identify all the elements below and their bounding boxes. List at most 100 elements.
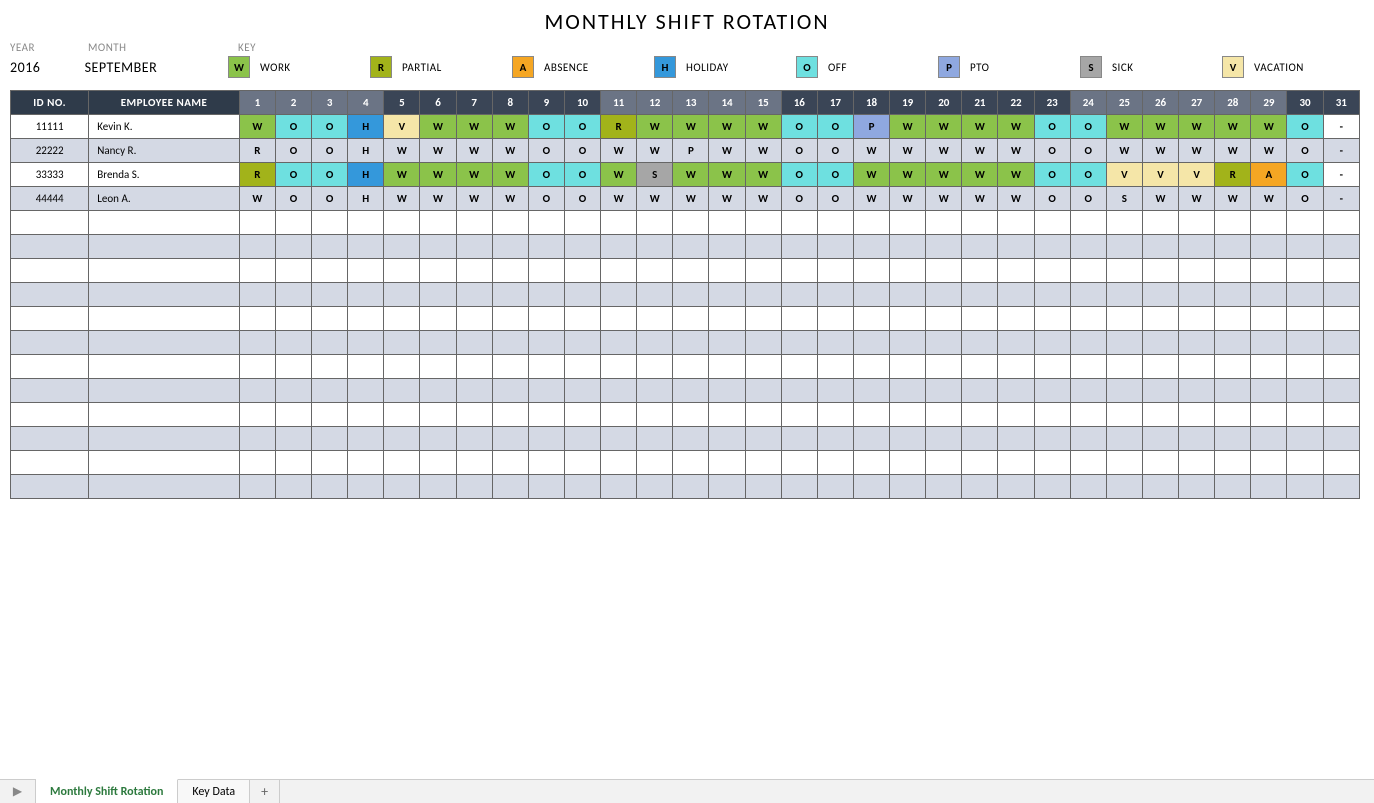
cell-shift[interactable]: - (1323, 139, 1359, 163)
cell-shift[interactable] (709, 403, 745, 427)
cell-shift[interactable]: P (853, 115, 889, 139)
cell-id[interactable]: 44444 (11, 187, 89, 211)
cell-shift[interactable]: O (275, 187, 311, 211)
cell-name[interactable] (89, 307, 240, 331)
cell-shift[interactable] (312, 283, 348, 307)
cell-shift[interactable]: O (564, 187, 600, 211)
cell-shift[interactable] (1323, 235, 1359, 259)
cell-shift[interactable]: O (275, 139, 311, 163)
cell-shift[interactable] (312, 235, 348, 259)
cell-shift[interactable]: W (926, 187, 962, 211)
cell-shift[interactable] (853, 451, 889, 475)
cell-shift[interactable] (673, 427, 709, 451)
cell-shift[interactable] (1142, 307, 1178, 331)
cell-shift[interactable]: W (637, 187, 673, 211)
cell-shift[interactable] (673, 403, 709, 427)
cell-shift[interactable] (637, 379, 673, 403)
cell-shift[interactable] (1070, 235, 1106, 259)
cell-shift[interactable]: H (348, 115, 384, 139)
cell-shift[interactable] (1251, 451, 1287, 475)
cell-shift[interactable]: O (564, 115, 600, 139)
cell-shift[interactable] (673, 307, 709, 331)
cell-shift[interactable] (528, 355, 564, 379)
cell-shift[interactable] (239, 331, 275, 355)
cell-shift[interactable]: O (528, 115, 564, 139)
cell-shift[interactable]: O (781, 187, 817, 211)
cell-shift[interactable]: - (1323, 115, 1359, 139)
cell-shift[interactable] (962, 211, 998, 235)
cell-shift[interactable]: W (1251, 115, 1287, 139)
cell-shift[interactable]: W (745, 163, 781, 187)
cell-shift[interactable]: H (348, 187, 384, 211)
cell-shift[interactable] (781, 355, 817, 379)
cell-shift[interactable] (637, 235, 673, 259)
cell-shift[interactable] (1323, 259, 1359, 283)
cell-shift[interactable] (709, 475, 745, 499)
cell-shift[interactable]: W (637, 139, 673, 163)
cell-shift[interactable] (1287, 355, 1323, 379)
tab-key-data[interactable]: Key Data (178, 780, 250, 803)
cell-shift[interactable] (601, 355, 637, 379)
cell-shift[interactable] (456, 403, 492, 427)
cell-shift[interactable] (1034, 427, 1070, 451)
cell-shift[interactable] (528, 259, 564, 283)
cell-name[interactable] (89, 355, 240, 379)
cell-shift[interactable]: W (637, 115, 673, 139)
cell-shift[interactable] (673, 451, 709, 475)
cell-id[interactable] (11, 235, 89, 259)
cell-shift[interactable]: O (1287, 115, 1323, 139)
cell-shift[interactable]: - (1323, 187, 1359, 211)
cell-shift[interactable] (1142, 379, 1178, 403)
cell-shift[interactable] (709, 307, 745, 331)
cell-shift[interactable]: O (564, 139, 600, 163)
cell-shift[interactable] (745, 451, 781, 475)
month-value[interactable]: SEPTEMBER (85, 59, 228, 76)
cell-shift[interactable] (998, 235, 1034, 259)
cell-shift[interactable] (853, 331, 889, 355)
cell-shift[interactable] (926, 475, 962, 499)
cell-shift[interactable] (1287, 427, 1323, 451)
cell-shift[interactable] (1070, 283, 1106, 307)
cell-shift[interactable] (601, 331, 637, 355)
cell-shift[interactable]: W (890, 139, 926, 163)
cell-shift[interactable] (817, 283, 853, 307)
cell-id[interactable] (11, 379, 89, 403)
cell-shift[interactable] (637, 451, 673, 475)
cell-shift[interactable] (528, 475, 564, 499)
cell-shift[interactable]: W (384, 163, 420, 187)
cell-shift[interactable] (709, 451, 745, 475)
cell-name[interactable]: Kevin K. (89, 115, 240, 139)
cell-shift[interactable] (962, 259, 998, 283)
cell-shift[interactable] (564, 235, 600, 259)
cell-shift[interactable] (637, 331, 673, 355)
cell-shift[interactable] (637, 307, 673, 331)
cell-shift[interactable] (1251, 475, 1287, 499)
cell-shift[interactable]: W (998, 115, 1034, 139)
cell-shift[interactable] (456, 235, 492, 259)
cell-name[interactable] (89, 403, 240, 427)
cell-shift[interactable] (1251, 235, 1287, 259)
cell-shift[interactable]: O (817, 139, 853, 163)
cell-shift[interactable] (348, 331, 384, 355)
cell-shift[interactable] (1106, 211, 1142, 235)
cell-shift[interactable] (745, 307, 781, 331)
cell-shift[interactable] (420, 235, 456, 259)
cell-shift[interactable] (1034, 283, 1070, 307)
cell-shift[interactable] (962, 283, 998, 307)
cell-shift[interactable] (890, 475, 926, 499)
cell-shift[interactable] (384, 211, 420, 235)
cell-shift[interactable]: W (745, 115, 781, 139)
cell-shift[interactable] (528, 451, 564, 475)
cell-shift[interactable] (564, 331, 600, 355)
cell-shift[interactable] (926, 211, 962, 235)
cell-shift[interactable] (781, 259, 817, 283)
cell-shift[interactable]: O (781, 139, 817, 163)
cell-shift[interactable] (456, 211, 492, 235)
cell-shift[interactable] (239, 355, 275, 379)
cell-shift[interactable] (637, 259, 673, 283)
cell-shift[interactable] (1106, 235, 1142, 259)
cell-shift[interactable] (275, 307, 311, 331)
cell-shift[interactable] (1287, 307, 1323, 331)
cell-shift[interactable] (492, 283, 528, 307)
cell-shift[interactable]: W (239, 187, 275, 211)
